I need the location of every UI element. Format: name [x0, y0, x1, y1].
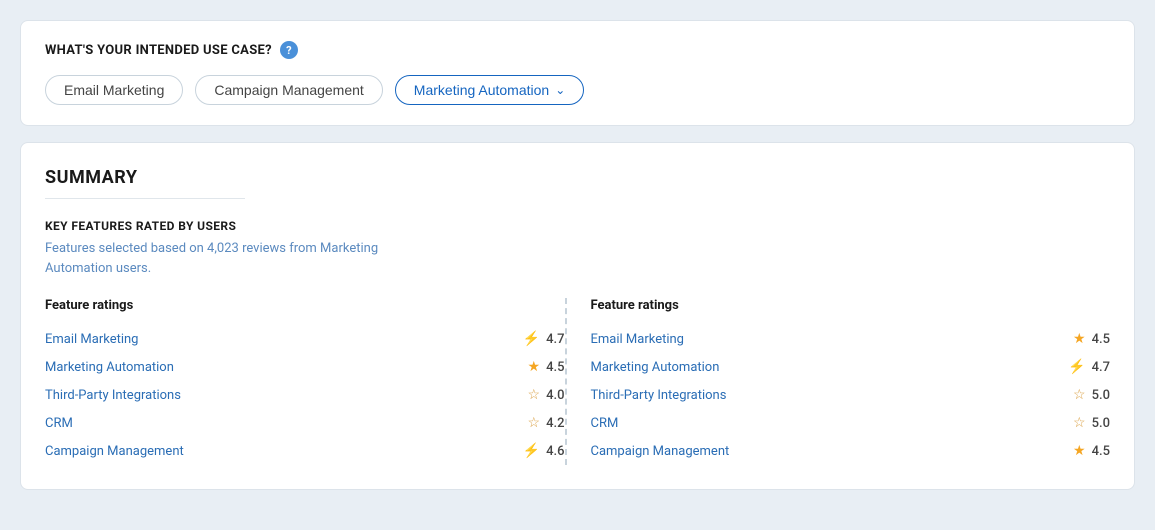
feature-rating: ⚡ 4.7	[523, 331, 565, 347]
left-table-header: Feature ratings	[45, 298, 565, 313]
use-case-card: WHAT'S YOUR INTENDED USE CASE? ? Email M…	[20, 20, 1135, 126]
feature-rating: ★ 4.5	[528, 359, 565, 375]
table-row: Campaign Management ★ 4.5	[591, 437, 1111, 465]
feature-rating: ★ 4.5	[1073, 443, 1110, 459]
feature-rating: ⚡ 4.6	[523, 443, 565, 459]
table-row: CRM ☆ 4.2	[45, 409, 565, 437]
feature-table-right: Feature ratings Email Marketing ★ 4.5 Ma…	[565, 298, 1111, 465]
bolt-icon: ⚡	[1068, 359, 1085, 375]
summary-card: SUMMARY KEY FEATURES RATED BY USERS Feat…	[20, 142, 1135, 490]
right-table-header: Feature ratings	[591, 298, 1111, 313]
star-full-icon: ★	[1073, 443, 1086, 459]
feature-rating: ☆ 4.2	[528, 415, 565, 431]
table-row: Marketing Automation ★ 4.5	[45, 353, 565, 381]
feature-name[interactable]: Marketing Automation	[45, 360, 174, 375]
star-full-icon: ★	[528, 359, 541, 375]
table-row: CRM ☆ 5.0	[591, 409, 1111, 437]
reviews-description: Features selected based on 4,023 reviews…	[45, 239, 385, 278]
summary-title: SUMMARY	[45, 167, 1110, 188]
table-row: Marketing Automation ⚡ 4.7	[591, 353, 1111, 381]
star-empty-icon: ☆	[528, 415, 541, 431]
star-full-icon: ★	[1073, 331, 1086, 347]
feature-name[interactable]: Campaign Management	[45, 444, 184, 459]
use-case-question-text: WHAT'S YOUR INTENDED USE CASE?	[45, 43, 272, 58]
summary-divider	[45, 198, 245, 199]
use-case-question-row: WHAT'S YOUR INTENDED USE CASE? ?	[45, 41, 1110, 59]
chevron-down-icon: ⌄	[555, 83, 565, 97]
table-row: Email Marketing ⚡ 4.7	[45, 325, 565, 353]
table-row: Third-Party Integrations ☆ 4.0	[45, 381, 565, 409]
star-empty-icon: ☆	[528, 387, 541, 403]
feature-name[interactable]: Third-Party Integrations	[45, 388, 181, 403]
table-row: Third-Party Integrations ☆ 5.0	[591, 381, 1111, 409]
feature-name[interactable]: Email Marketing	[45, 332, 138, 347]
key-features-label: KEY FEATURES RATED BY USERS	[45, 219, 1110, 233]
option-marketing-automation[interactable]: Marketing Automation ⌄	[395, 75, 584, 105]
star-empty-icon: ☆	[1073, 387, 1086, 403]
feature-rating: ⚡ 4.7	[1068, 359, 1110, 375]
bolt-icon: ⚡	[523, 331, 540, 347]
feature-table-left: Feature ratings Email Marketing ⚡ 4.7 Ma…	[45, 298, 565, 465]
feature-tables: Feature ratings Email Marketing ⚡ 4.7 Ma…	[45, 298, 1110, 465]
option-campaign-management[interactable]: Campaign Management	[195, 75, 382, 105]
feature-rating: ☆ 5.0	[1073, 415, 1110, 431]
feature-name[interactable]: Campaign Management	[591, 444, 730, 459]
table-row: Email Marketing ★ 4.5	[591, 325, 1111, 353]
feature-name[interactable]: Email Marketing	[591, 332, 684, 347]
feature-rating: ☆ 4.0	[528, 387, 565, 403]
star-empty-icon: ☆	[1073, 415, 1086, 431]
option-email-marketing[interactable]: Email Marketing	[45, 75, 183, 105]
feature-name[interactable]: Third-Party Integrations	[591, 388, 727, 403]
table-row: Campaign Management ⚡ 4.6	[45, 437, 565, 465]
feature-name[interactable]: Marketing Automation	[591, 360, 720, 375]
help-icon[interactable]: ?	[280, 41, 298, 59]
feature-name[interactable]: CRM	[45, 416, 73, 431]
bolt-icon: ⚡	[523, 443, 540, 459]
feature-rating: ★ 4.5	[1073, 331, 1110, 347]
use-case-options: Email Marketing Campaign Management Mark…	[45, 75, 1110, 105]
feature-rating: ☆ 5.0	[1073, 387, 1110, 403]
feature-name[interactable]: CRM	[591, 416, 619, 431]
